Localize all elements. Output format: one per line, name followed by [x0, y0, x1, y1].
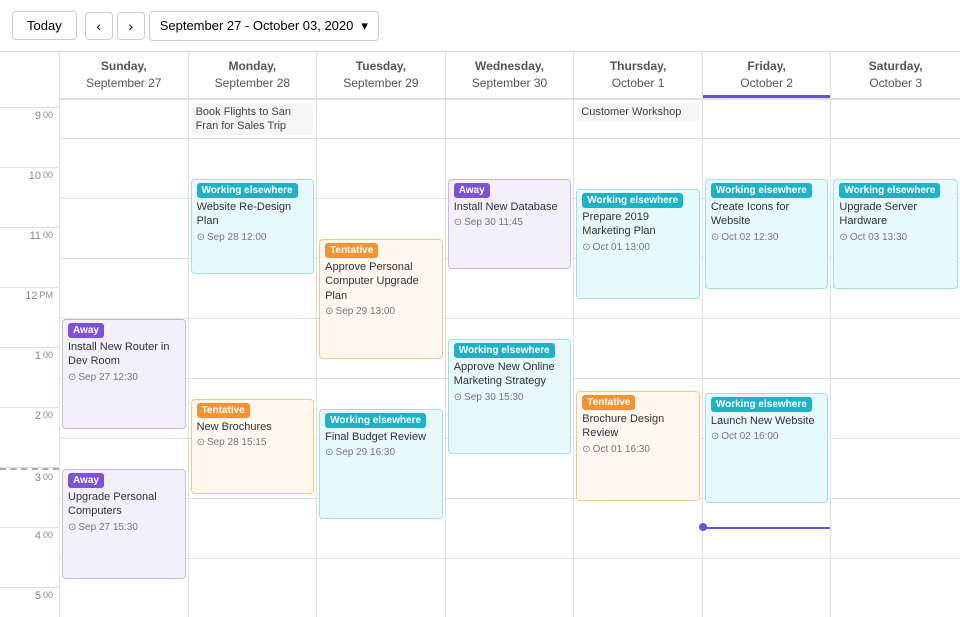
time-2: 200	[0, 408, 59, 468]
header-friday: Friday, October 2	[703, 52, 832, 98]
time-11: 1100	[0, 228, 59, 288]
today-button[interactable]: Today	[12, 11, 77, 40]
allday-sunday	[60, 100, 189, 139]
allday-event-workshop[interactable]: Customer Workshop	[577, 103, 699, 121]
col-sunday: Away Install New Router in Dev Room ⊙ Se…	[60, 139, 189, 617]
time-9: 900	[0, 108, 59, 168]
time-column: 900 1000 1100 12PM 100 200 300 400 500	[0, 52, 60, 617]
event-final-budget[interactable]: Working elsewhere Final Budget Review ⊙ …	[319, 409, 443, 519]
current-time-line	[703, 527, 831, 529]
event-launch-website[interactable]: Working elsewhere Launch New Website ⊙ O…	[705, 393, 829, 503]
header-tuesday: Tuesday, September 29	[317, 52, 446, 98]
col-wednesday: Away Install New Database ⊙ Sep 30 11:45…	[446, 139, 575, 617]
allday-friday	[703, 100, 832, 139]
event-new-brochures[interactable]: Tentative New Brochures ⊙ Sep 28 15:15	[191, 399, 315, 494]
time-10: 1000	[0, 168, 59, 228]
calendar-container: 900 1000 1100 12PM 100 200 300 400 500 S…	[0, 52, 960, 617]
event-prepare-marketing[interactable]: Working elsewhere Prepare 2019 Marketing…	[576, 189, 700, 299]
chevron-down-icon: ▾	[361, 18, 368, 34]
date-range-picker[interactable]: September 27 - October 03, 2020 ▾	[149, 11, 379, 41]
allday-saturday	[831, 100, 960, 139]
time-4: 400	[0, 528, 59, 588]
header-sunday: Sunday, September 27	[60, 52, 189, 98]
event-upgrade-server[interactable]: Working elsewhere Upgrade Server Hardwar…	[833, 179, 958, 289]
time-5: 500	[0, 588, 59, 617]
col-monday: Working elsewhere Website Re-Design Plan…	[189, 139, 318, 617]
col-friday: Working elsewhere Create Icons for Websi…	[703, 139, 832, 617]
event-upgrade-personal-computers[interactable]: Away Upgrade Personal Computers ⊙ Sep 27…	[62, 469, 186, 579]
col-tuesday: Tentative Approve Personal Computer Upgr…	[317, 139, 446, 617]
day-headers: Sunday, September 27 Monday, September 2…	[60, 52, 960, 100]
event-install-router[interactable]: Away Install New Router in Dev Room ⊙ Se…	[62, 319, 186, 429]
event-install-database[interactable]: Away Install New Database ⊙ Sep 30 11:45	[448, 179, 572, 269]
event-website-redesign[interactable]: Working elsewhere Website Re-Design Plan…	[191, 179, 315, 274]
next-button[interactable]: ›	[117, 12, 145, 40]
allday-wednesday	[446, 100, 575, 139]
prev-button[interactable]: ‹	[85, 12, 113, 40]
header-thursday: Thursday, October 1	[574, 52, 703, 98]
time-12: 12PM	[0, 288, 59, 348]
header-saturday: Saturday, October 3	[831, 52, 960, 98]
time-1: 100	[0, 348, 59, 408]
allday-tuesday	[317, 100, 446, 139]
all-day-row: Book Flights to San Fran for Sales Trip …	[60, 100, 960, 140]
event-approve-marketing[interactable]: Working elsewhere Approve New Online Mar…	[448, 339, 572, 454]
header-monday: Monday, September 28	[189, 52, 318, 98]
event-create-icons[interactable]: Working elsewhere Create Icons for Websi…	[705, 179, 829, 289]
toolbar: Today ‹ › September 27 - October 03, 202…	[0, 0, 960, 52]
col-thursday: Working elsewhere Prepare 2019 Marketing…	[574, 139, 703, 617]
col-saturday: Working elsewhere Upgrade Server Hardwar…	[831, 139, 960, 617]
allday-thursday: Customer Workshop	[574, 100, 703, 139]
header-wednesday: Wednesday, September 30	[446, 52, 575, 98]
allday-event-flights[interactable]: Book Flights to San Fran for Sales Trip	[192, 103, 314, 136]
grid-area: Sunday, September 27 Monday, September 2…	[60, 52, 960, 617]
event-brochure-design[interactable]: Tentative Brochure Design Review ⊙ Oct 0…	[576, 391, 700, 501]
time-grid: Away Install New Router in Dev Room ⊙ Se…	[60, 139, 960, 617]
event-approve-computer-upgrade[interactable]: Tentative Approve Personal Computer Upgr…	[319, 239, 443, 359]
time-3: 300	[0, 468, 59, 528]
allday-monday: Book Flights to San Fran for Sales Trip	[189, 100, 318, 139]
